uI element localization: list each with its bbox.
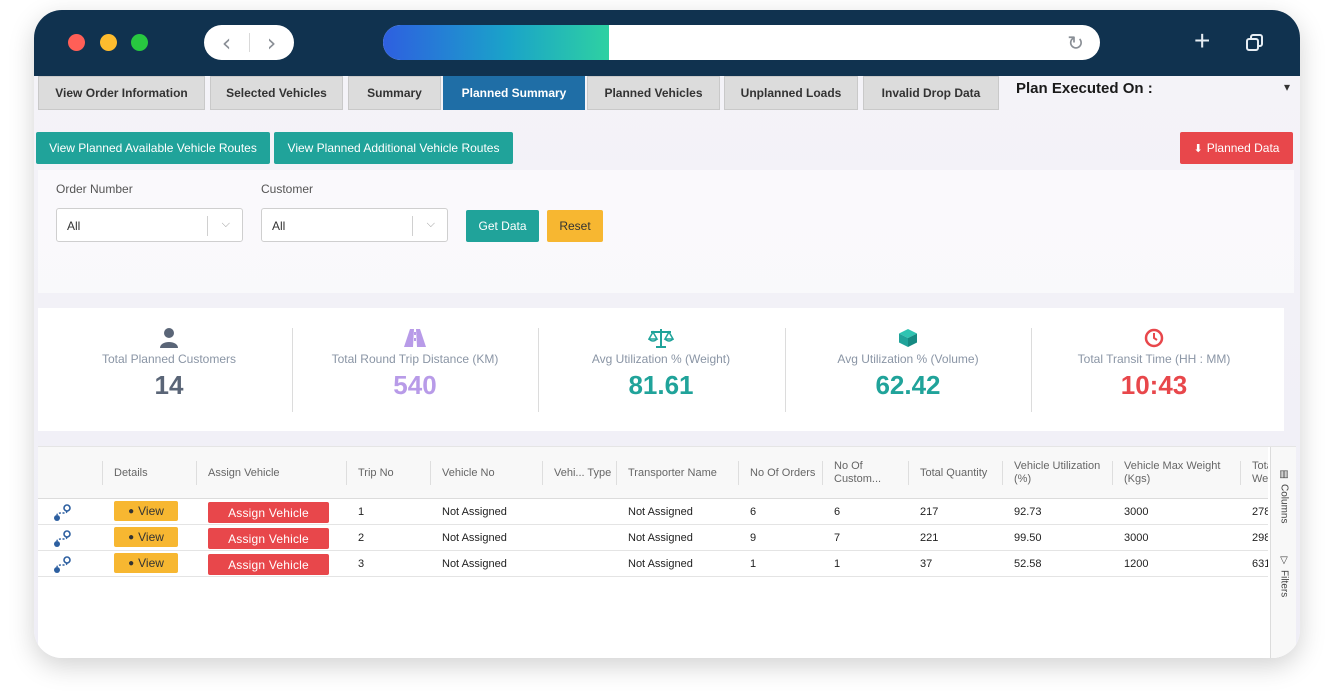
cube-icon bbox=[785, 326, 1031, 350]
view-button[interactable]: ● View bbox=[114, 501, 178, 521]
assign-vehicle-button[interactable]: Assign Vehicle bbox=[208, 554, 329, 575]
planned-data-label: Planned Data bbox=[1206, 141, 1280, 155]
header-trip-no[interactable]: Trip No bbox=[346, 447, 430, 499]
clock-icon bbox=[1031, 326, 1277, 350]
header-total-weight[interactable]: Tota Wei bbox=[1240, 447, 1268, 499]
header-vehicle-no[interactable]: Vehicle No bbox=[430, 447, 542, 499]
nav-buttons: ‹ › bbox=[204, 25, 294, 60]
view-button[interactable]: ● View bbox=[114, 527, 178, 547]
table-row: ● View Assign Vehicle 2 Not Assigned Not … bbox=[38, 525, 1268, 551]
minimize-window-button[interactable] bbox=[100, 34, 117, 51]
header-vehicle-max-weight[interactable]: Vehicle Max Weight (Kgs) bbox=[1112, 447, 1240, 499]
tab-view-order-information[interactable]: View Order Information bbox=[38, 76, 205, 110]
browser-chrome: ‹ › ↻ + bbox=[34, 10, 1300, 76]
order-number-label: Order Number bbox=[56, 182, 133, 196]
stat-total-round-trip-distance: Total Round Trip Distance (KM) 540 bbox=[292, 326, 538, 416]
maximize-window-button[interactable] bbox=[131, 34, 148, 51]
browser-window: ‹ › ↻ + View Order Information Selected … bbox=[34, 10, 1300, 658]
columns-toggle[interactable]: ▥ Columns bbox=[1271, 469, 1297, 523]
eye-icon: ● bbox=[128, 505, 135, 517]
customer-label: Customer bbox=[261, 182, 314, 196]
header-assign-vehicle[interactable]: Assign Vehicle bbox=[196, 447, 346, 499]
header-vehicle-utilization[interactable]: Vehicle Utilization (%) bbox=[1002, 447, 1112, 499]
planned-data-button[interactable]: ⬇ Planned Data bbox=[1180, 132, 1293, 164]
header-vehicle-type[interactable]: Vehi... Type bbox=[542, 447, 616, 499]
view-available-routes-button[interactable]: View Planned Available Vehicle Routes bbox=[36, 132, 270, 164]
filters-toggle[interactable]: ▽ Filters bbox=[1271, 555, 1297, 597]
tab-planned-vehicles[interactable]: Planned Vehicles bbox=[587, 76, 720, 110]
order-number-select[interactable]: All ⌵ bbox=[56, 208, 243, 242]
close-window-button[interactable] bbox=[68, 34, 85, 51]
tab-selected-vehicles[interactable]: Selected Vehicles bbox=[210, 76, 343, 110]
chevron-down-icon: ⌵ bbox=[221, 217, 230, 230]
route-icon[interactable] bbox=[52, 530, 72, 548]
stat-total-transit-time: Total Transit Time (HH : MM) 10:43 bbox=[1031, 326, 1277, 416]
eye-icon: ● bbox=[128, 531, 135, 543]
reload-icon[interactable]: ↻ bbox=[1067, 31, 1084, 55]
header-no-of-customers[interactable]: No Of Custom... bbox=[822, 447, 908, 499]
tab-summary[interactable]: Summary bbox=[348, 76, 441, 110]
chevron-down-icon: ⌵ bbox=[426, 217, 435, 230]
view-button[interactable]: ● View bbox=[114, 553, 178, 573]
header-no-of-orders[interactable]: No Of Orders bbox=[738, 447, 822, 499]
tabs-overview-icon[interactable] bbox=[1246, 34, 1263, 51]
grid-side-panel: ▥ Columns ▽ Filters bbox=[1270, 447, 1296, 658]
stat-total-planned-customers: Total Planned Customers 14 bbox=[46, 326, 292, 416]
customer-value: All bbox=[272, 219, 286, 233]
back-icon[interactable]: ‹ bbox=[204, 25, 249, 60]
customer-select[interactable]: All ⌵ bbox=[261, 208, 448, 242]
assign-vehicle-button[interactable]: Assign Vehicle bbox=[208, 502, 329, 523]
tab-invalid-drop-data[interactable]: Invalid Drop Data bbox=[863, 76, 999, 110]
stat-avg-utilization-weight: Avg Utilization % (Weight) 81.61 bbox=[538, 326, 784, 416]
reset-button[interactable]: Reset bbox=[547, 210, 603, 242]
assign-vehicle-button[interactable]: Assign Vehicle bbox=[208, 528, 329, 549]
summary-stats: Total Planned Customers 14 Total Round T… bbox=[38, 308, 1284, 431]
scale-icon bbox=[538, 326, 784, 350]
plan-executed-label: Plan Executed On : bbox=[1016, 80, 1153, 97]
header-details[interactable]: Details bbox=[102, 447, 196, 499]
eye-icon: ● bbox=[128, 557, 135, 569]
grid-header: Details Assign Vehicle Trip No Vehicle N… bbox=[38, 447, 1268, 499]
trips-grid: Details Assign Vehicle Trip No Vehicle N… bbox=[38, 446, 1296, 658]
forward-icon[interactable]: › bbox=[249, 25, 294, 60]
table-row: ● View Assign Vehicle 3 Not Assigned Not … bbox=[38, 551, 1268, 577]
stat-avg-utilization-volume: Avg Utilization % (Volume) 62.42 bbox=[785, 326, 1031, 416]
columns-icon: ▥ bbox=[1279, 469, 1289, 480]
route-icon[interactable] bbox=[52, 504, 72, 522]
new-tab-icon[interactable]: + bbox=[1194, 26, 1210, 56]
tab-planned-summary[interactable]: Planned Summary bbox=[443, 76, 585, 110]
address-bar-highlight bbox=[383, 25, 609, 60]
corner-marker: ▾ bbox=[1284, 80, 1291, 94]
download-icon: ⬇ bbox=[1193, 141, 1203, 155]
filter-panel: Order Number All ⌵ Customer All ⌵ Get Da… bbox=[38, 170, 1294, 293]
route-icon[interactable] bbox=[52, 556, 72, 574]
address-bar[interactable]: ↻ bbox=[383, 25, 1100, 60]
order-number-value: All bbox=[67, 219, 81, 233]
tab-unplanned-loads[interactable]: Unplanned Loads bbox=[724, 76, 858, 110]
get-data-button[interactable]: Get Data bbox=[466, 210, 539, 242]
header-total-quantity[interactable]: Total Quantity bbox=[908, 447, 1002, 499]
road-icon bbox=[292, 326, 538, 350]
filter-icon: ▽ bbox=[1280, 555, 1288, 566]
user-icon bbox=[46, 326, 292, 350]
app-content: View Order Information Selected Vehicles… bbox=[34, 76, 1300, 658]
table-row: ● View Assign Vehicle 1 Not Assigned Not … bbox=[38, 499, 1268, 525]
header-transporter-name[interactable]: Transporter Name bbox=[616, 447, 738, 499]
view-additional-routes-button[interactable]: View Planned Additional Vehicle Routes bbox=[274, 132, 513, 164]
